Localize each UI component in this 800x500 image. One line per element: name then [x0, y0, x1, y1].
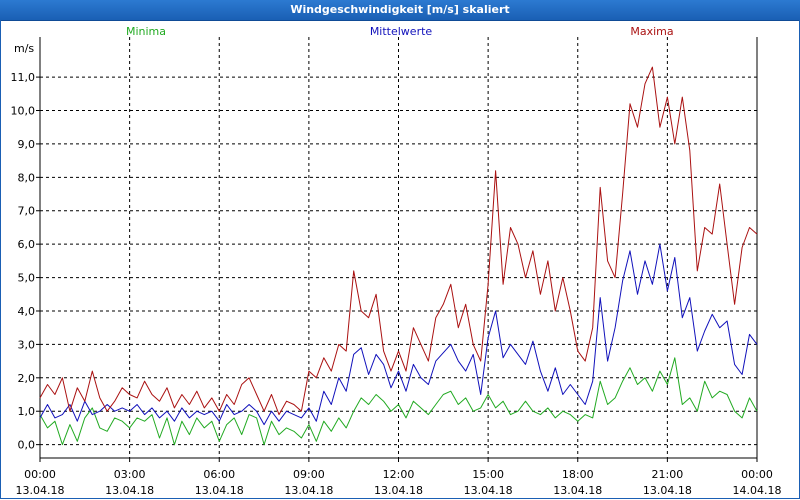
y-tick-label: 2,0 [18, 372, 36, 385]
x-tick-time: 00:00 [24, 468, 56, 481]
x-tick-date: 13.04.18 [16, 484, 65, 497]
x-tick-time: 06:00 [203, 468, 235, 481]
x-tick-time: 21:00 [652, 468, 684, 481]
x-tick-time: 03:00 [114, 468, 146, 481]
legend-maxima: Maxima [630, 25, 673, 38]
y-tick-label: 4,0 [18, 305, 36, 318]
x-tick-time: 12:00 [383, 468, 415, 481]
y-tick-label: 5,0 [18, 272, 36, 285]
legend-minima: Minima [126, 25, 166, 38]
x-tick-date: 13.04.18 [464, 484, 513, 497]
wind-speed-chart: 0,0 1,0 2,0 3,0 4,0 5,0 6,0 7,0 8,0 9,0 10,0 11,0 00… [11, 25, 782, 497]
grid-lines [40, 37, 757, 458]
y-tick-label: 8,0 [18, 171, 36, 184]
axes: 0,0 1,0 2,0 3,0 4,0 5,0 6,0 7,0 8,0 9,0 10,0 11,0 00… [11, 37, 782, 497]
x-tick-time: 18:00 [562, 468, 594, 481]
y-tick-label: 1,0 [18, 405, 36, 418]
y-tick-label: 11,0 [11, 71, 36, 84]
x-tick-date: 13.04.18 [374, 484, 423, 497]
x-tick-time: 15:00 [472, 468, 504, 481]
x-tick-date: 13.04.18 [105, 484, 154, 497]
y-tick-label: 7,0 [18, 205, 36, 218]
y-tick-label: 9,0 [18, 138, 36, 151]
x-tick-date: 13.04.18 [643, 484, 692, 497]
y-tick-label: 10,0 [11, 105, 36, 118]
y-axis-unit-label: m/s [14, 42, 34, 55]
legend: Minima Mittelwerte Maxima [126, 25, 674, 38]
y-tick-label: 6,0 [18, 238, 36, 251]
x-tick-date: 14.04.18 [733, 484, 782, 497]
y-tick-label: 3,0 [18, 338, 36, 351]
y-tick-label: 0,0 [18, 439, 36, 452]
x-tick-date: 13.04.18 [195, 484, 244, 497]
x-tick-date: 13.04.18 [284, 484, 333, 497]
x-tick-date: 13.04.18 [553, 484, 602, 497]
x-tick-time: 09:00 [293, 468, 325, 481]
x-tick-time: 00:00 [741, 468, 773, 481]
legend-mittelwerte: Mittelwerte [370, 25, 433, 38]
